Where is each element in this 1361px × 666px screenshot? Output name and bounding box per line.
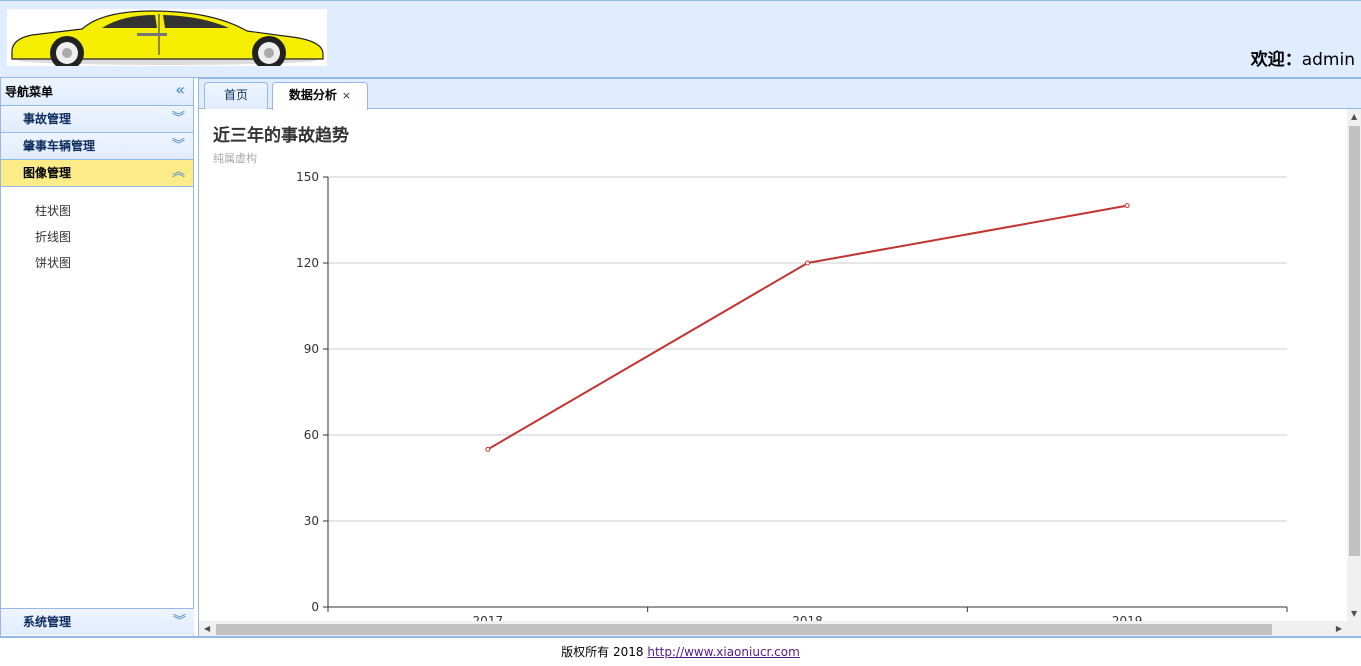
scroll-left-icon[interactable]: ◀ — [204, 624, 210, 633]
data-point — [1124, 203, 1130, 209]
y-tick-label: 30 — [304, 514, 319, 528]
scroll-up-icon[interactable]: ▲ — [1351, 112, 1357, 121]
horizontal-scroll-thumb[interactable] — [216, 624, 1272, 635]
x-tick-label: 2019 — [1112, 614, 1143, 621]
horizontal-scrollbar[interactable]: ◀ ▶ — [199, 621, 1347, 637]
y-tick-label: 150 — [296, 170, 319, 184]
scroll-right-icon[interactable]: ▶ — [1336, 624, 1342, 633]
tab-label: 首页 — [223, 88, 248, 102]
chevron-down-icon[interactable]: ︾ — [172, 106, 185, 132]
tab-label: 数据分析 — [288, 88, 337, 102]
vertical-scrollbar[interactable]: ▲ ▼ — [1347, 109, 1361, 621]
chevron-down-icon[interactable]: ︾ — [172, 133, 185, 159]
y-tick-label: 90 — [304, 342, 319, 356]
welcome-label: 欢迎： — [1250, 50, 1302, 70]
car-logo — [7, 9, 327, 70]
page-footer: 版权所有 2018 http://www.xiaoniucr.com — [0, 636, 1361, 664]
sidebar-section-system[interactable]: 系统管理 ︾ — [1, 608, 194, 635]
tab-content: 0 30 60 90 120 150 2017 2018 2019 近三年的事故趋势 纯属虚构 … — [199, 109, 1361, 637]
sidebar-section-accident[interactable]: 事故管理 ︾ — [1, 106, 193, 133]
app-header: 欢迎：admin — [0, 0, 1361, 78]
y-tick-label: 0 — [311, 600, 319, 614]
data-point — [485, 446, 491, 452]
close-icon[interactable]: × — [342, 89, 351, 102]
sidebar-section-label: 图像管理 — [23, 166, 72, 180]
sidebar-title: 导航菜单 « — [1, 78, 193, 106]
scrollbar-corner — [1347, 621, 1361, 637]
main-panel: 首页 数据分析 × 0 30 60 90 120 150 2017 2018 2019 近三年的事… — [198, 78, 1361, 637]
vertical-scroll-thumb[interactable] — [1349, 126, 1360, 556]
y-tick-label: 120 — [296, 256, 319, 270]
tab-data-analysis[interactable]: 数据分析 × — [272, 82, 368, 110]
chevron-down-icon[interactable]: ︾ — [173, 609, 186, 635]
navigation-sidebar: 导航菜单 « 事故管理 ︾ 肇事车辆管理 ︾ 图像管理 ︽ 柱状图 折线图 饼状… — [0, 78, 194, 636]
sidebar-section-vehicle[interactable]: 肇事车辆管理 ︾ — [1, 133, 193, 160]
chart-title: 近三年的事故趋势 — [213, 126, 349, 146]
sidebar-section-label: 系统管理 — [23, 615, 72, 629]
x-tick-label: 2017 — [473, 614, 504, 621]
menu-item-pie-chart[interactable]: 饼状图 — [1, 253, 193, 279]
tab-home[interactable]: 首页 — [204, 82, 268, 109]
tab-bar: 首页 数据分析 × — [199, 79, 1361, 110]
menu-item-line-chart[interactable]: 折线图 — [1, 227, 193, 253]
data-point — [805, 260, 810, 266]
x-tick-label: 2018 — [792, 614, 823, 621]
collapse-left-icon[interactable]: « — [175, 76, 185, 104]
y-tick-label: 60 — [304, 428, 319, 442]
chevron-up-icon[interactable]: ︽ — [172, 160, 185, 186]
menu-item-bar-chart[interactable]: 柱状图 — [1, 201, 193, 227]
username: admin — [1301, 50, 1355, 70]
sidebar-section-label: 事故管理 — [23, 112, 72, 126]
chart-subtitle: 纯属虚构 — [213, 152, 257, 165]
copyright-text: 版权所有 2018 — [561, 645, 648, 659]
site-link[interactable]: http://www.xiaoniucr.com — [647, 645, 799, 659]
sidebar-title-label: 导航菜单 — [5, 85, 54, 99]
sidebar-section-label: 肇事车辆管理 — [23, 139, 96, 153]
line-chart: 0 30 60 90 120 150 2017 2018 2019 — [296, 170, 1288, 621]
series-line — [487, 204, 1128, 451]
scroll-down-icon[interactable]: ▼ — [1351, 609, 1357, 618]
sidebar-section-images[interactable]: 图像管理 ︽ — [1, 160, 193, 187]
welcome-message: 欢迎：admin — [1251, 45, 1355, 70]
images-menu: 柱状图 折线图 饼状图 — [1, 187, 193, 279]
